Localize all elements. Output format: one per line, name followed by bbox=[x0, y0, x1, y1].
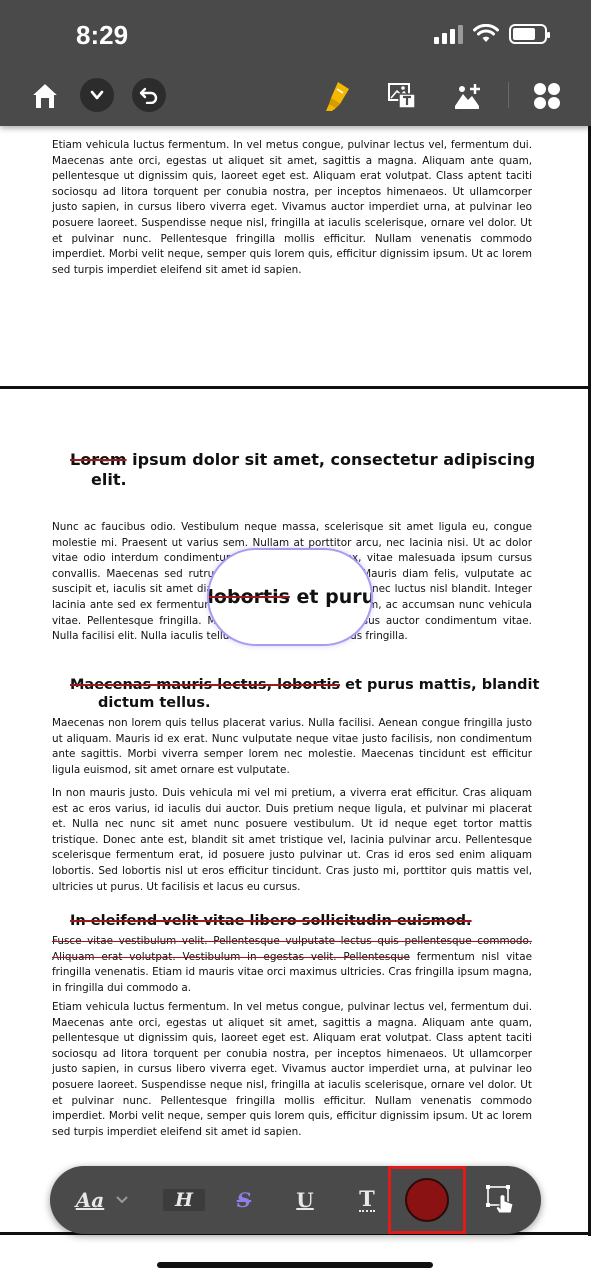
undo-button[interactable] bbox=[132, 78, 166, 112]
undo-icon bbox=[139, 87, 158, 104]
strikethrough-label: S bbox=[236, 1188, 252, 1212]
select-area-button[interactable] bbox=[482, 1166, 522, 1234]
formatting-toolbar: Aa H S U T bbox=[50, 1166, 541, 1234]
signal-icon bbox=[434, 24, 463, 44]
page-break bbox=[0, 386, 591, 389]
struck-text: In eleifend velit vitae libero sollicitu… bbox=[70, 913, 472, 929]
struck-text: lobortis bbox=[207, 586, 290, 608]
font-style-button[interactable]: Aa bbox=[68, 1166, 138, 1234]
color-swatch[interactable] bbox=[405, 1178, 449, 1222]
struck-text: Maecenas mauris lectus, lobortis bbox=[70, 677, 341, 693]
paragraph: In non mauris justo. Duis vehicula mi ve… bbox=[52, 787, 532, 893]
color-picker-highlight[interactable] bbox=[388, 1166, 466, 1234]
document-viewer[interactable]: Etiam vehicula luctus fermentum. In vel … bbox=[0, 126, 591, 1236]
top-toolbar: 8:29 bbox=[0, 0, 591, 126]
image-text-button[interactable] bbox=[386, 78, 418, 114]
font-style-label: Aa bbox=[75, 1188, 105, 1212]
wifi-icon bbox=[473, 24, 499, 42]
heading-text: elit. bbox=[91, 470, 127, 489]
image-add-icon bbox=[455, 84, 480, 109]
paragraph: Maecenas non lorem quis tellus placerat … bbox=[52, 717, 532, 776]
image-add-button[interactable] bbox=[452, 78, 484, 114]
paragraph: Fusce vitae vestibulum velit. Pellentesq… bbox=[52, 934, 532, 996]
underline-label: U bbox=[296, 1188, 314, 1212]
paragraph: Etiam vehicula luctus fermentum. In vel … bbox=[52, 139, 532, 276]
battery-icon bbox=[509, 24, 550, 44]
status-icons bbox=[434, 24, 550, 44]
magnifier-loupe: , lobortis et purus bbox=[207, 548, 373, 646]
chevron-down-icon bbox=[90, 90, 104, 100]
heading-button[interactable]: H bbox=[162, 1166, 206, 1234]
home-indicator bbox=[157, 1262, 433, 1268]
highlighter-icon bbox=[326, 82, 349, 111]
apps-button[interactable] bbox=[530, 78, 564, 114]
heading: Lorem ipsum dolor sit amet, consectetur … bbox=[70, 450, 540, 490]
text-style-label: T bbox=[359, 1186, 375, 1212]
paragraph: Etiam vehicula luctus fermentum. In vel … bbox=[52, 1001, 532, 1138]
heading-text: ipsum dolor sit amet, consectetur adipis… bbox=[126, 450, 536, 469]
dropdown-button[interactable] bbox=[80, 78, 114, 112]
struck-text: Lorem bbox=[70, 450, 127, 469]
underline-button[interactable]: U bbox=[288, 1166, 322, 1234]
heading-text: et purus mattis, blandit bbox=[340, 677, 540, 693]
highlighter-button[interactable] bbox=[322, 78, 354, 114]
home-icon bbox=[30, 81, 60, 108]
magnifier-text: et purus bbox=[296, 586, 371, 608]
home-button[interactable] bbox=[28, 78, 62, 114]
status-time: 8:29 bbox=[76, 20, 129, 50]
apps-grid-icon bbox=[534, 83, 560, 109]
strikethrough-button[interactable]: S bbox=[226, 1166, 262, 1234]
heading: In eleifend velit vitae libero sollicitu… bbox=[70, 912, 540, 930]
image-text-icon bbox=[388, 83, 416, 109]
heading: Maecenas mauris lectus, lobortis et puru… bbox=[70, 676, 540, 712]
toolbar-divider bbox=[508, 82, 509, 108]
text-style-button[interactable]: T bbox=[350, 1166, 384, 1234]
select-area-icon bbox=[486, 1185, 514, 1214]
chevron-down-icon bbox=[116, 1196, 128, 1204]
heading-text: dictum tellus. bbox=[98, 695, 211, 711]
heading-label: H bbox=[163, 1189, 205, 1211]
